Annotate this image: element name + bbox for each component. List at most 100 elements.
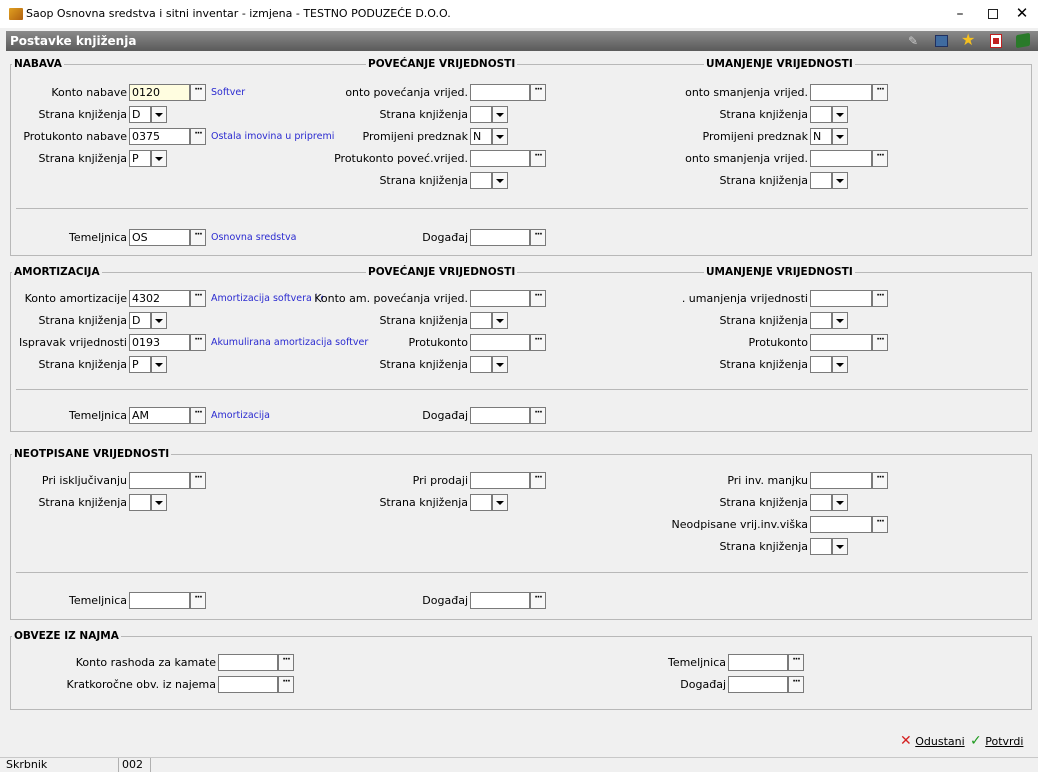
konto-nabave-desc[interactable]: Softver (211, 86, 245, 100)
cancel-button[interactable]: ✕ Odustani (900, 734, 965, 750)
strana-knjizenja-select[interactable] (470, 106, 492, 123)
dogadaj-input[interactable] (470, 592, 530, 609)
protukonto-nabave-input[interactable]: 0375 (129, 128, 190, 145)
protukonto-input[interactable] (810, 334, 872, 351)
strana-knjizenja-select[interactable] (810, 172, 832, 189)
strana-dropdown-button[interactable] (832, 106, 848, 123)
pri-iskljucivanju-lookup-button[interactable]: ··· (190, 472, 206, 489)
strana-dropdown-button[interactable] (832, 356, 848, 373)
strana-dropdown-button[interactable] (492, 312, 508, 329)
strana-knjizenja-select[interactable] (129, 494, 151, 511)
strana-knjizenja-select[interactable] (810, 494, 832, 511)
temeljnica-input[interactable] (728, 654, 788, 671)
temeljnica-desc[interactable]: Amortizacija (211, 409, 270, 423)
temeljnica-lookup-button[interactable]: ··· (190, 592, 206, 609)
confirm-button[interactable]: ✓ Potvrdi (970, 734, 1023, 750)
umanjenja-vrijednosti-input[interactable] (810, 290, 872, 307)
dogadaj-lookup-button[interactable]: ··· (788, 676, 804, 693)
close-button[interactable]: ✕ (1014, 4, 1030, 22)
strana-dropdown-button[interactable] (151, 312, 167, 329)
pri-inv-manjku-input[interactable] (810, 472, 872, 489)
strana-dropdown-button[interactable] (832, 494, 848, 511)
temeljnica-input[interactable]: OS (129, 229, 190, 246)
strana-dropdown-button[interactable] (832, 172, 848, 189)
povecanje-konto-input[interactable] (470, 84, 530, 101)
konto-nabave-lookup-button[interactable]: ··· (190, 84, 206, 101)
strana-knjizenja-select[interactable] (810, 356, 832, 373)
protukonto-input[interactable] (470, 334, 530, 351)
strana-dropdown-button[interactable] (492, 172, 508, 189)
strana-knjizenja-select[interactable]: P (129, 150, 151, 167)
protukonto-lookup-button[interactable]: ··· (872, 334, 888, 351)
pri-iskljucivanju-input[interactable] (129, 472, 190, 489)
strana-dropdown-button[interactable] (151, 150, 167, 167)
dogadaj-lookup-button[interactable]: ··· (530, 229, 546, 246)
umanjenje-konto2-input[interactable] (810, 150, 872, 167)
protukonto-lookup-button[interactable]: ··· (190, 128, 206, 145)
konto-rashoda-input[interactable] (218, 654, 278, 671)
kratkorocne-obveze-lookup-button[interactable]: ··· (278, 676, 294, 693)
umanjenje-konto2-lookup-button[interactable]: ··· (872, 150, 888, 167)
strana-knjizenja-select[interactable]: D (129, 312, 151, 329)
temeljnica-lookup-button[interactable]: ··· (190, 407, 206, 424)
temeljnica-input[interactable]: AM (129, 407, 190, 424)
ispravak-desc[interactable]: Akumulirana amortizacija softver (211, 336, 368, 350)
strana-knjizenja-select[interactable] (470, 312, 492, 329)
konto-nabave-input[interactable]: 0120 (129, 84, 190, 101)
pri-prodaji-input[interactable] (470, 472, 530, 489)
promijeni-predznak-select[interactable]: N (470, 128, 492, 145)
predznak-dropdown-button[interactable] (832, 128, 848, 145)
strana-dropdown-button[interactable] (151, 494, 167, 511)
konto-am-povecanja-input[interactable] (470, 290, 530, 307)
umanjenja-vrijednosti-lookup-button[interactable]: ··· (872, 290, 888, 307)
strana-knjizenja-select[interactable] (810, 538, 832, 555)
konto-amortizacije-desc[interactable]: Amortizacija softvera i ost (211, 292, 323, 306)
konto-amortizacije-lookup-button[interactable]: ··· (190, 290, 206, 307)
konto-amortizacije-input[interactable]: 4302 (129, 290, 190, 307)
strana-knjizenja-select[interactable] (470, 494, 492, 511)
konto-am-povecanja-lookup-button[interactable]: ··· (530, 290, 546, 307)
predznak-dropdown-button[interactable] (492, 128, 508, 145)
neodpisane-visak-input[interactable] (810, 516, 872, 533)
strana-knjizenja-select[interactable] (810, 106, 832, 123)
protukonto-povecanja-lookup-button[interactable]: ··· (530, 150, 546, 167)
temeljnica-lookup-button[interactable]: ··· (788, 654, 804, 671)
strana-dropdown-button[interactable] (832, 538, 848, 555)
dogadaj-lookup-button[interactable]: ··· (530, 592, 546, 609)
konto-rashoda-lookup-button[interactable]: ··· (278, 654, 294, 671)
umanjenje-konto-input[interactable] (810, 84, 872, 101)
temeljnica-lookup-button[interactable]: ··· (190, 229, 206, 246)
ispravak-vrijednosti-input[interactable]: 0193 (129, 334, 190, 351)
strana-dropdown-button[interactable] (492, 494, 508, 511)
neodpisane-visak-lookup-button[interactable]: ··· (872, 516, 888, 533)
book-icon[interactable] (1016, 32, 1030, 49)
strana-knjizenja-select[interactable]: P (129, 356, 151, 373)
dogadaj-input[interactable] (470, 229, 530, 246)
strana-dropdown-button[interactable] (151, 106, 167, 123)
maximize-button[interactable] (988, 9, 998, 19)
strana-knjizenja-select[interactable] (470, 356, 492, 373)
temeljnica-input[interactable] (129, 592, 190, 609)
pri-prodaji-lookup-button[interactable]: ··· (530, 472, 546, 489)
temeljnica-desc[interactable]: Osnovna sredstva (211, 231, 296, 245)
dogadaj-input[interactable] (728, 676, 788, 693)
grid-icon[interactable] (935, 35, 948, 47)
strana-dropdown-button[interactable] (492, 356, 508, 373)
protukonto-desc[interactable]: Ostala imovina u pripremi (211, 130, 334, 144)
povecanje-konto-lookup-button[interactable]: ··· (530, 84, 546, 101)
strana-knjizenja-select[interactable]: D (129, 106, 151, 123)
edit-icon[interactable]: ✎ (908, 34, 922, 48)
ispravak-lookup-button[interactable]: ··· (190, 334, 206, 351)
strana-knjizenja-select[interactable] (810, 312, 832, 329)
strana-dropdown-button[interactable] (492, 106, 508, 123)
protukonto-povecanja-input[interactable] (470, 150, 530, 167)
umanjenje-konto-lookup-button[interactable]: ··· (872, 84, 888, 101)
strana-dropdown-button[interactable] (832, 312, 848, 329)
star-icon[interactable]: ★ (961, 32, 975, 48)
minimize-button[interactable]: – (950, 6, 970, 22)
strana-dropdown-button[interactable] (151, 356, 167, 373)
promijeni-predznak-select[interactable]: N (810, 128, 832, 145)
kratkorocne-obveze-input[interactable] (218, 676, 278, 693)
pdf-icon[interactable] (990, 34, 1002, 48)
dogadaj-lookup-button[interactable]: ··· (530, 407, 546, 424)
